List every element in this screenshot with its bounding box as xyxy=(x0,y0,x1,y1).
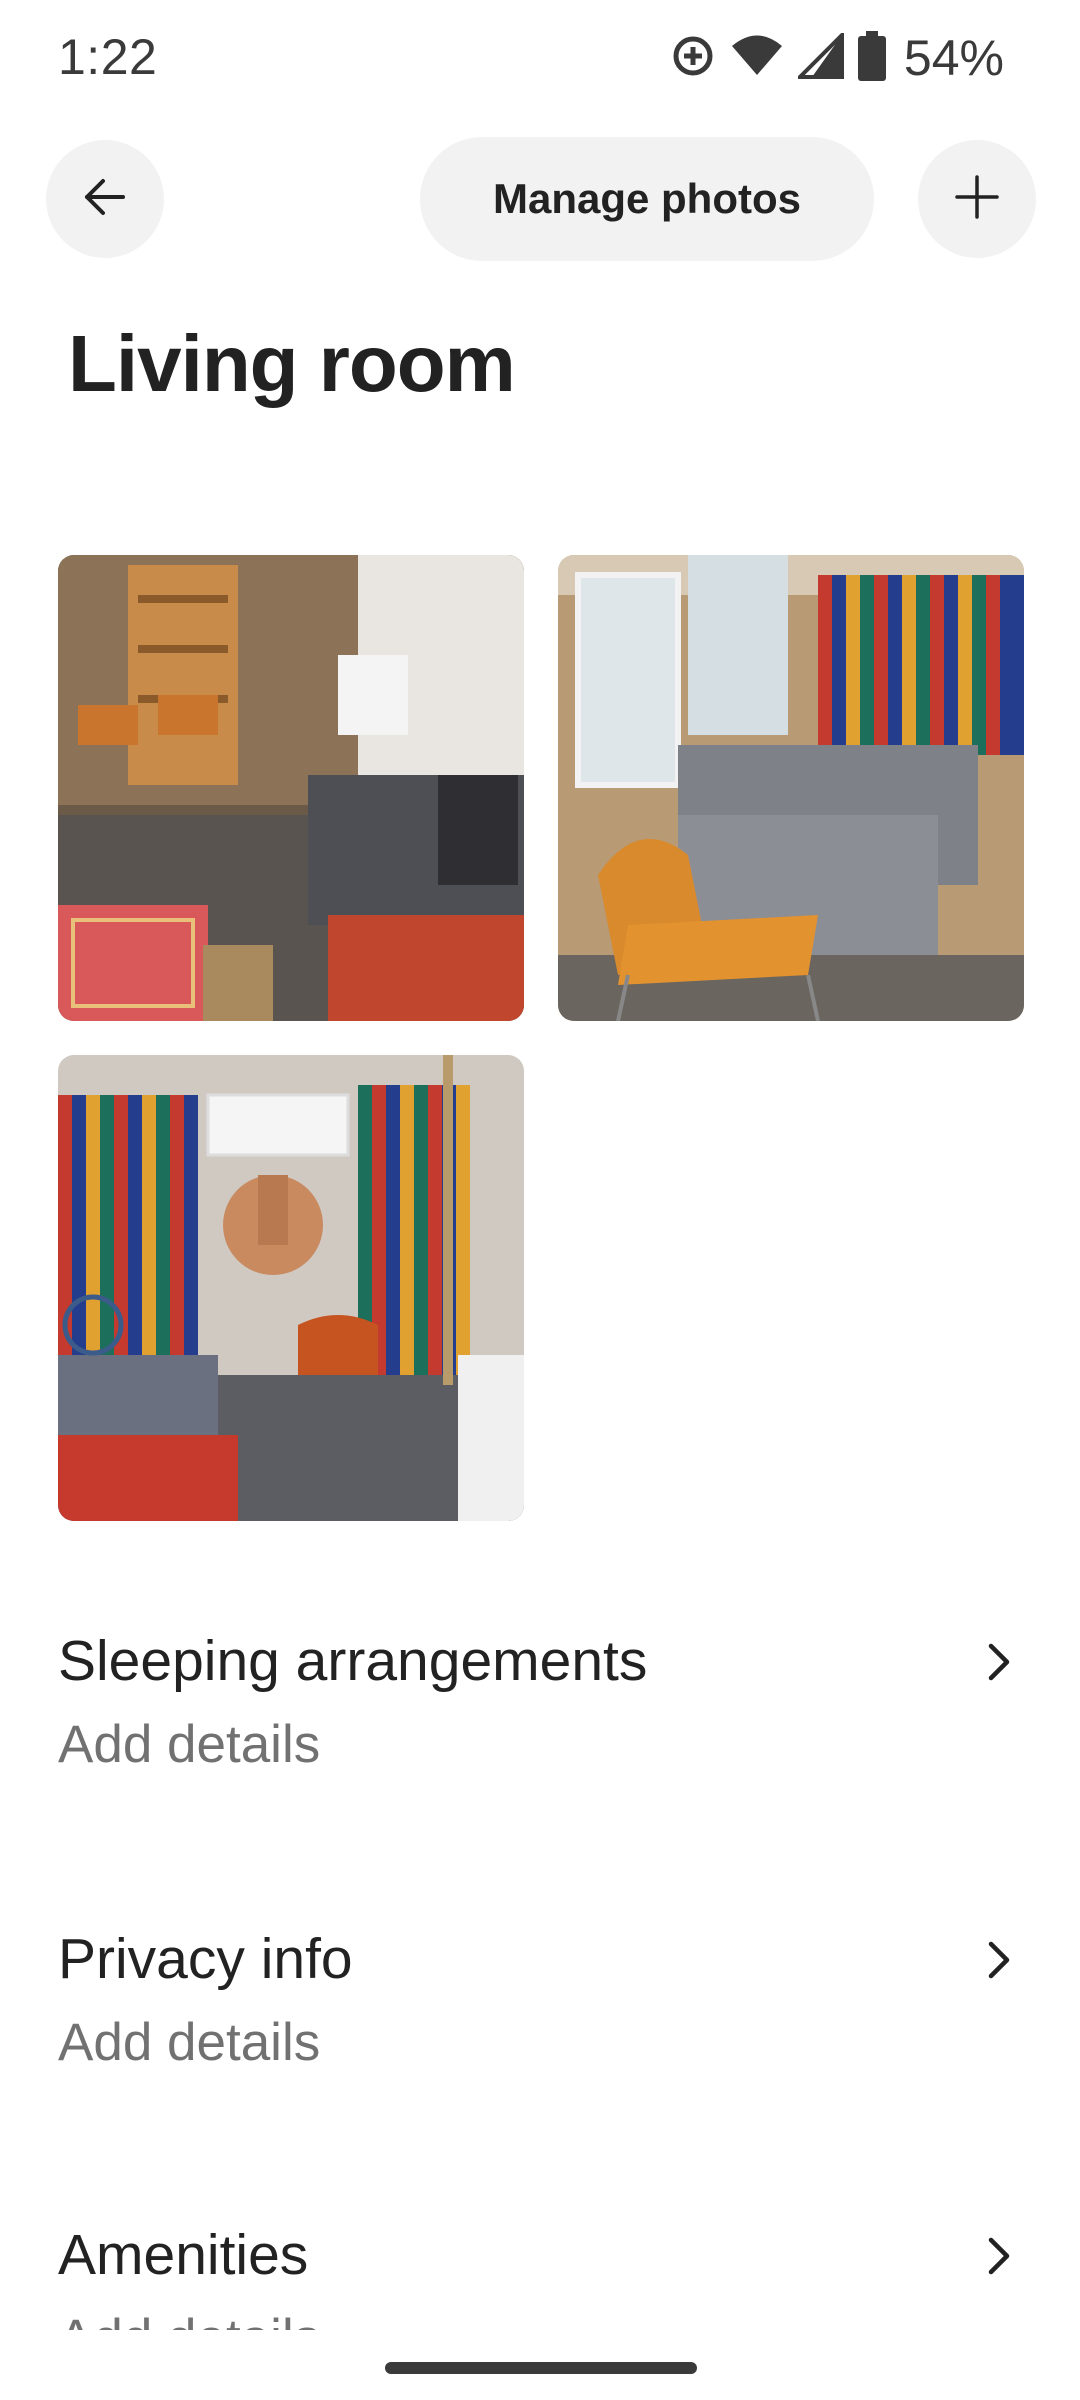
living-room-photo xyxy=(58,555,524,1021)
status-icons: 54% xyxy=(670,28,1004,88)
section-title: Sleeping arrangements xyxy=(58,1629,648,1693)
battery-icon xyxy=(857,30,886,86)
home-indicator[interactable] xyxy=(385,2362,697,2374)
chevron-right-icon xyxy=(974,1930,1024,1990)
plus-icon xyxy=(953,173,1001,226)
data-saver-icon xyxy=(670,33,716,84)
living-room-photo xyxy=(558,555,1024,1021)
photo-tile[interactable] xyxy=(558,555,1024,1021)
section-subtitle: Add details xyxy=(58,1715,321,1774)
status-time: 1:22 xyxy=(58,29,158,85)
section-subtitle: Add details xyxy=(58,2308,320,2330)
section-title: Amenities xyxy=(58,2223,309,2287)
signal-icon xyxy=(795,29,844,84)
photo-tile[interactable] xyxy=(58,555,524,1021)
section-sleeping-arrangements[interactable]: Sleeping arrangements Add details xyxy=(58,1628,1022,1848)
manage-photos-button[interactable]: Manage photos xyxy=(420,137,874,261)
section-privacy-info[interactable]: Privacy info Add details xyxy=(58,1926,1022,2146)
section-amenities[interactable]: Amenities Add details xyxy=(58,2222,1022,2330)
battery-percent: 54% xyxy=(903,30,1004,86)
status-bar: 1:22 54% xyxy=(0,0,1080,120)
section-subtitle: Add details xyxy=(58,2013,321,2072)
add-photo-button[interactable] xyxy=(918,140,1036,258)
arrow-left-icon xyxy=(81,173,129,226)
back-button[interactable] xyxy=(46,140,164,258)
wifi-icon xyxy=(730,33,784,84)
living-room-photo xyxy=(58,1055,524,1521)
chevron-right-icon xyxy=(974,2226,1022,2286)
photo-tile[interactable] xyxy=(58,1055,524,1521)
page-title: Living room xyxy=(68,319,516,408)
chevron-right-icon xyxy=(974,1632,1024,1692)
section-title: Privacy info xyxy=(58,1927,353,1991)
